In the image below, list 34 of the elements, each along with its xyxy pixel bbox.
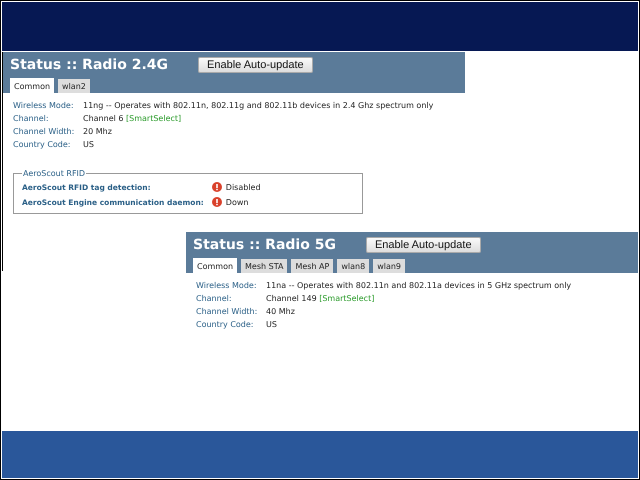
alert-icon: [212, 182, 222, 192]
field-label: Wireless Mode:: [13, 101, 75, 110]
tab[interactable]: wlan9: [373, 259, 406, 273]
auto-update-button[interactable]: Enable Auto-update: [198, 57, 313, 73]
tab[interactable]: Mesh STA: [241, 259, 288, 273]
panel-title: Status :: Radio 2.4G: [10, 57, 168, 73]
tab[interactable]: wlan2: [58, 79, 90, 93]
field-label: Channel Width:: [13, 127, 76, 136]
field-value: Channel 149: [266, 294, 317, 303]
smartselect-link[interactable]: [SmartSelect]: [126, 114, 182, 123]
field-label: Channel Width:: [196, 307, 258, 316]
tab[interactable]: Common: [193, 258, 238, 273]
field-value: 20 Mhz: [83, 127, 113, 136]
tab[interactable]: Mesh AP: [291, 259, 334, 273]
status-value: Disabled: [226, 182, 261, 192]
auto-update-button[interactable]: Enable Auto-update: [366, 237, 481, 253]
field-value: 40 Mhz: [266, 307, 296, 316]
field-label: Country Code:: [196, 320, 254, 329]
tab[interactable]: Common: [10, 78, 54, 93]
tab[interactable]: wlan8: [337, 259, 370, 273]
field-value: US: [266, 320, 278, 329]
field-value: 11na -- Operates with 802.11n and 802.11a devices in 5 GHz spectrum only: [266, 281, 572, 290]
field-label: Channel:: [196, 294, 233, 303]
field-value: US: [83, 140, 95, 149]
status-value: Down: [226, 198, 248, 206]
field-label: Wireless Mode:: [196, 281, 258, 290]
field-label: Channel:: [13, 114, 50, 123]
panel-title: Status :: Radio 5G: [193, 237, 336, 253]
alert-icon: [212, 197, 222, 207]
smartselect-link[interactable]: [SmartSelect]: [319, 294, 374, 303]
field-value: Channel 6: [83, 114, 124, 123]
field-label: Country Code:: [13, 140, 72, 149]
group-legend: AeroScout RFID: [22, 169, 86, 178]
field-value: 11ng -- Operates with 802.11n, 802.11g and 802.11b devices in 2.4 Ghz spectrum only: [83, 101, 434, 110]
